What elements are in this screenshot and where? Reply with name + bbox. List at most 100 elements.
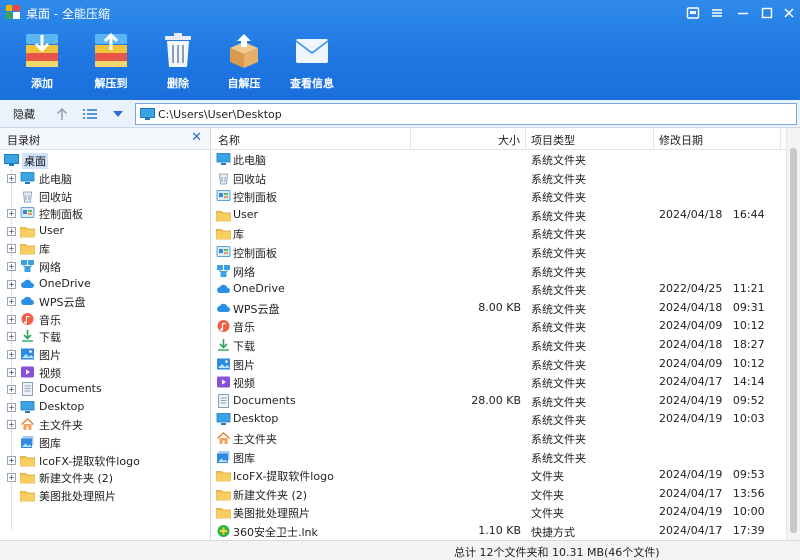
file-row[interactable]: 下载 系统文件夹 2024/04/18 18:27	[212, 336, 786, 355]
file-name: User	[233, 207, 259, 221]
column-type-header[interactable]: 项目类型	[531, 132, 575, 148]
minimize-button[interactable]	[734, 4, 752, 22]
file-row[interactable]: Documents 28.00 KB 系统文件夹 2024/04/19 09:52	[212, 392, 786, 411]
tree-expand-icon[interactable]: +	[7, 367, 16, 377]
tree-expand-icon[interactable]: +	[7, 455, 16, 465]
tree-expand-icon[interactable]: +	[7, 226, 16, 236]
tree-item[interactable]: + 下载	[0, 328, 205, 345]
view-list-icon[interactable]	[82, 106, 98, 122]
tree-item[interactable]: + 视频	[0, 364, 205, 381]
file-modified-date: 2024/04/19 10:03	[659, 412, 765, 426]
tree-expand-icon[interactable]: +	[7, 385, 16, 395]
tree-item[interactable]: + 库	[0, 240, 205, 257]
skin-button[interactable]	[684, 4, 702, 22]
file-row[interactable]: WPS云盘 8.00 KB 系统文件夹 2024/04/18 09:31	[212, 299, 786, 318]
tree-item-label: 库	[39, 243, 50, 257]
file-row[interactable]: 网络 系统文件夹	[212, 262, 786, 281]
tree-expand-icon[interactable]: +	[7, 174, 16, 183]
tree-expand-icon[interactable]: +	[7, 420, 16, 430]
file-row[interactable]: Desktop 系统文件夹 2024/04/19 10:03	[212, 410, 786, 429]
file-name: 图片	[233, 358, 255, 372]
tree-item[interactable]: + OneDrive	[0, 276, 205, 293]
delete-button[interactable]: 删除	[146, 30, 210, 94]
path-field[interactable]: C:\Users\User\Desktop	[135, 103, 797, 125]
tree-expand-icon[interactable]: +	[7, 314, 16, 324]
self-extract-button[interactable]: 自解压	[212, 30, 276, 94]
extract-to-button[interactable]: 解压到	[79, 30, 143, 94]
file-row[interactable]: 图库 系统文件夹	[212, 448, 786, 467]
tree-expand-icon[interactable]: +	[7, 262, 16, 271]
tree-item[interactable]: + User	[0, 223, 205, 240]
control-panel-icon	[20, 206, 35, 220]
tree-expand-icon[interactable]: +	[7, 209, 16, 219]
tree-item-label: 新建文件夹 (2)	[39, 472, 114, 486]
column-date-header[interactable]: 修改日期	[659, 132, 703, 148]
tree-item[interactable]: + 网络	[0, 258, 205, 275]
folder-icon	[20, 224, 35, 238]
tree-item[interactable]: + Documents	[0, 381, 205, 398]
file-row[interactable]: OneDrive 系统文件夹 2022/04/25 11:21	[212, 280, 786, 299]
up-level-icon[interactable]	[54, 106, 70, 122]
tree-item[interactable]: + 控制面板	[0, 205, 205, 222]
close-button[interactable]	[780, 4, 798, 22]
file-row[interactable]: 控制面板 系统文件夹	[212, 243, 786, 262]
file-name: IcoFX-提取软件logo	[233, 470, 334, 484]
tree-expand-icon[interactable]: +	[7, 279, 16, 289]
tree-expand-icon[interactable]: +	[7, 473, 16, 483]
tree-item[interactable]: + 新建文件夹 (2)	[0, 469, 205, 486]
file-row[interactable]: 视频 系统文件夹 2024/04/17 14:14	[212, 373, 786, 392]
file-row[interactable]: 库 系统文件夹	[212, 224, 786, 243]
file-row[interactable]: 控制面板 系统文件夹	[212, 187, 786, 206]
tree-item[interactable]: + Desktop	[0, 399, 205, 416]
tree-expand-icon[interactable]: +	[7, 244, 16, 254]
tree-item[interactable]: + 音乐	[0, 311, 205, 328]
file-row[interactable]: 此电脑 系统文件夹	[212, 150, 786, 169]
column-divider[interactable]	[410, 128, 411, 150]
tree-expand-icon[interactable]: +	[7, 402, 16, 412]
tree-item[interactable]: + WPS云盘	[0, 293, 205, 310]
tree-item[interactable]: + IcoFX-提取软件logo	[0, 452, 205, 469]
tree-item[interactable]: + 图片	[0, 346, 205, 363]
file-name: 360安全卫士.lnk	[233, 526, 318, 539]
file-row[interactable]: 回收站 系统文件夹	[212, 169, 786, 188]
file-row[interactable]: 音乐 系统文件夹 2024/04/09 10:12	[212, 317, 786, 336]
column-divider[interactable]	[780, 128, 781, 150]
file-modified-date: 2024/04/19 10:00	[659, 505, 765, 519]
column-divider[interactable]	[525, 128, 526, 150]
maximize-button[interactable]	[758, 4, 776, 22]
network-icon	[20, 259, 35, 273]
scrollbar-thumb[interactable]	[790, 148, 797, 533]
tree-root-desktop[interactable]: 桌面	[4, 152, 204, 169]
file-row[interactable]: 360安全卫士.lnk 1.10 KB 快捷方式 2024/04/17 17:39	[212, 522, 786, 540]
folder-icon	[20, 488, 35, 502]
file-row[interactable]: 新建文件夹 (2) 文件夹 2024/04/17 13:56	[212, 485, 786, 504]
vertical-scrollbar[interactable]	[786, 128, 800, 540]
column-divider[interactable]	[653, 128, 654, 150]
tree-item[interactable]: 美图批处理照片	[0, 487, 205, 504]
view-dropdown-icon[interactable]	[110, 106, 126, 122]
file-modified-date: 2024/04/17 14:14	[659, 375, 765, 389]
tree-expand-icon[interactable]: +	[7, 297, 16, 307]
file-row[interactable]: 图片 系统文件夹 2024/04/09 10:12	[212, 355, 786, 374]
tree-close-icon[interactable]: ✕	[191, 130, 202, 145]
tree-item-label: 网络	[39, 261, 61, 274]
tree-item[interactable]: 回收站	[0, 188, 205, 205]
tree-expand-icon[interactable]: +	[7, 350, 16, 359]
control-panel-icon	[216, 189, 231, 203]
column-name-header[interactable]: 名称	[218, 132, 240, 148]
tree-item[interactable]: 图库	[0, 434, 205, 451]
file-row[interactable]: 美图批处理照片 文件夹 2024/04/19 10:00	[212, 503, 786, 522]
file-row[interactable]: 主文件夹 系统文件夹	[212, 429, 786, 448]
tree-item[interactable]: + 主文件夹	[0, 416, 205, 433]
file-row[interactable]: User 系统文件夹 2024/04/18 16:44	[212, 206, 786, 225]
column-size-header[interactable]: 大小	[498, 132, 520, 148]
file-row[interactable]: IcoFX-提取软件logo 文件夹 2024/04/19 09:53	[212, 466, 786, 485]
address-bar: 隐藏 C:\Users\User\Desktop	[0, 100, 800, 128]
tree-expand-icon[interactable]: +	[7, 332, 16, 342]
view-info-button[interactable]: 查看信息	[280, 30, 344, 94]
hide-tree-button[interactable]: 隐藏	[13, 106, 35, 122]
menu-button[interactable]	[708, 4, 726, 22]
folder-icon	[20, 453, 35, 467]
add-button[interactable]: 添加	[10, 30, 74, 94]
tree-item[interactable]: + 此电脑	[0, 170, 205, 187]
